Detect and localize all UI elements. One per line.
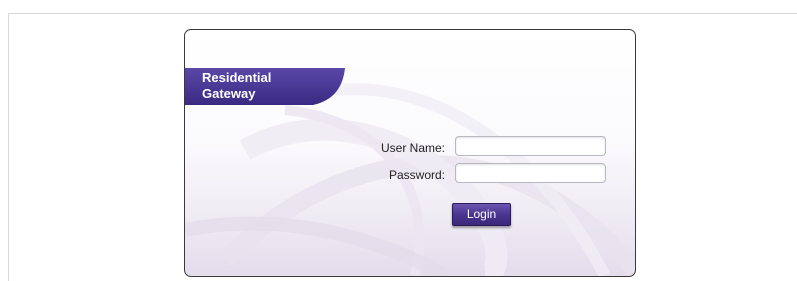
login-button[interactable]: Login bbox=[452, 203, 511, 226]
brand-name: Residential Gateway bbox=[202, 70, 327, 102]
login-panel: Residential Gateway User Name: Password:… bbox=[184, 29, 636, 277]
brand-line-2: Gateway bbox=[202, 86, 256, 101]
page-top-divider bbox=[8, 13, 797, 14]
username-input[interactable] bbox=[455, 136, 606, 156]
username-label: User Name: bbox=[380, 141, 445, 155]
brand-banner: Residential Gateway bbox=[185, 68, 345, 105]
brand-line-1: Residential bbox=[202, 70, 272, 85]
password-input[interactable] bbox=[455, 163, 606, 183]
page-left-divider bbox=[8, 13, 9, 281]
password-label: Password: bbox=[388, 168, 445, 182]
